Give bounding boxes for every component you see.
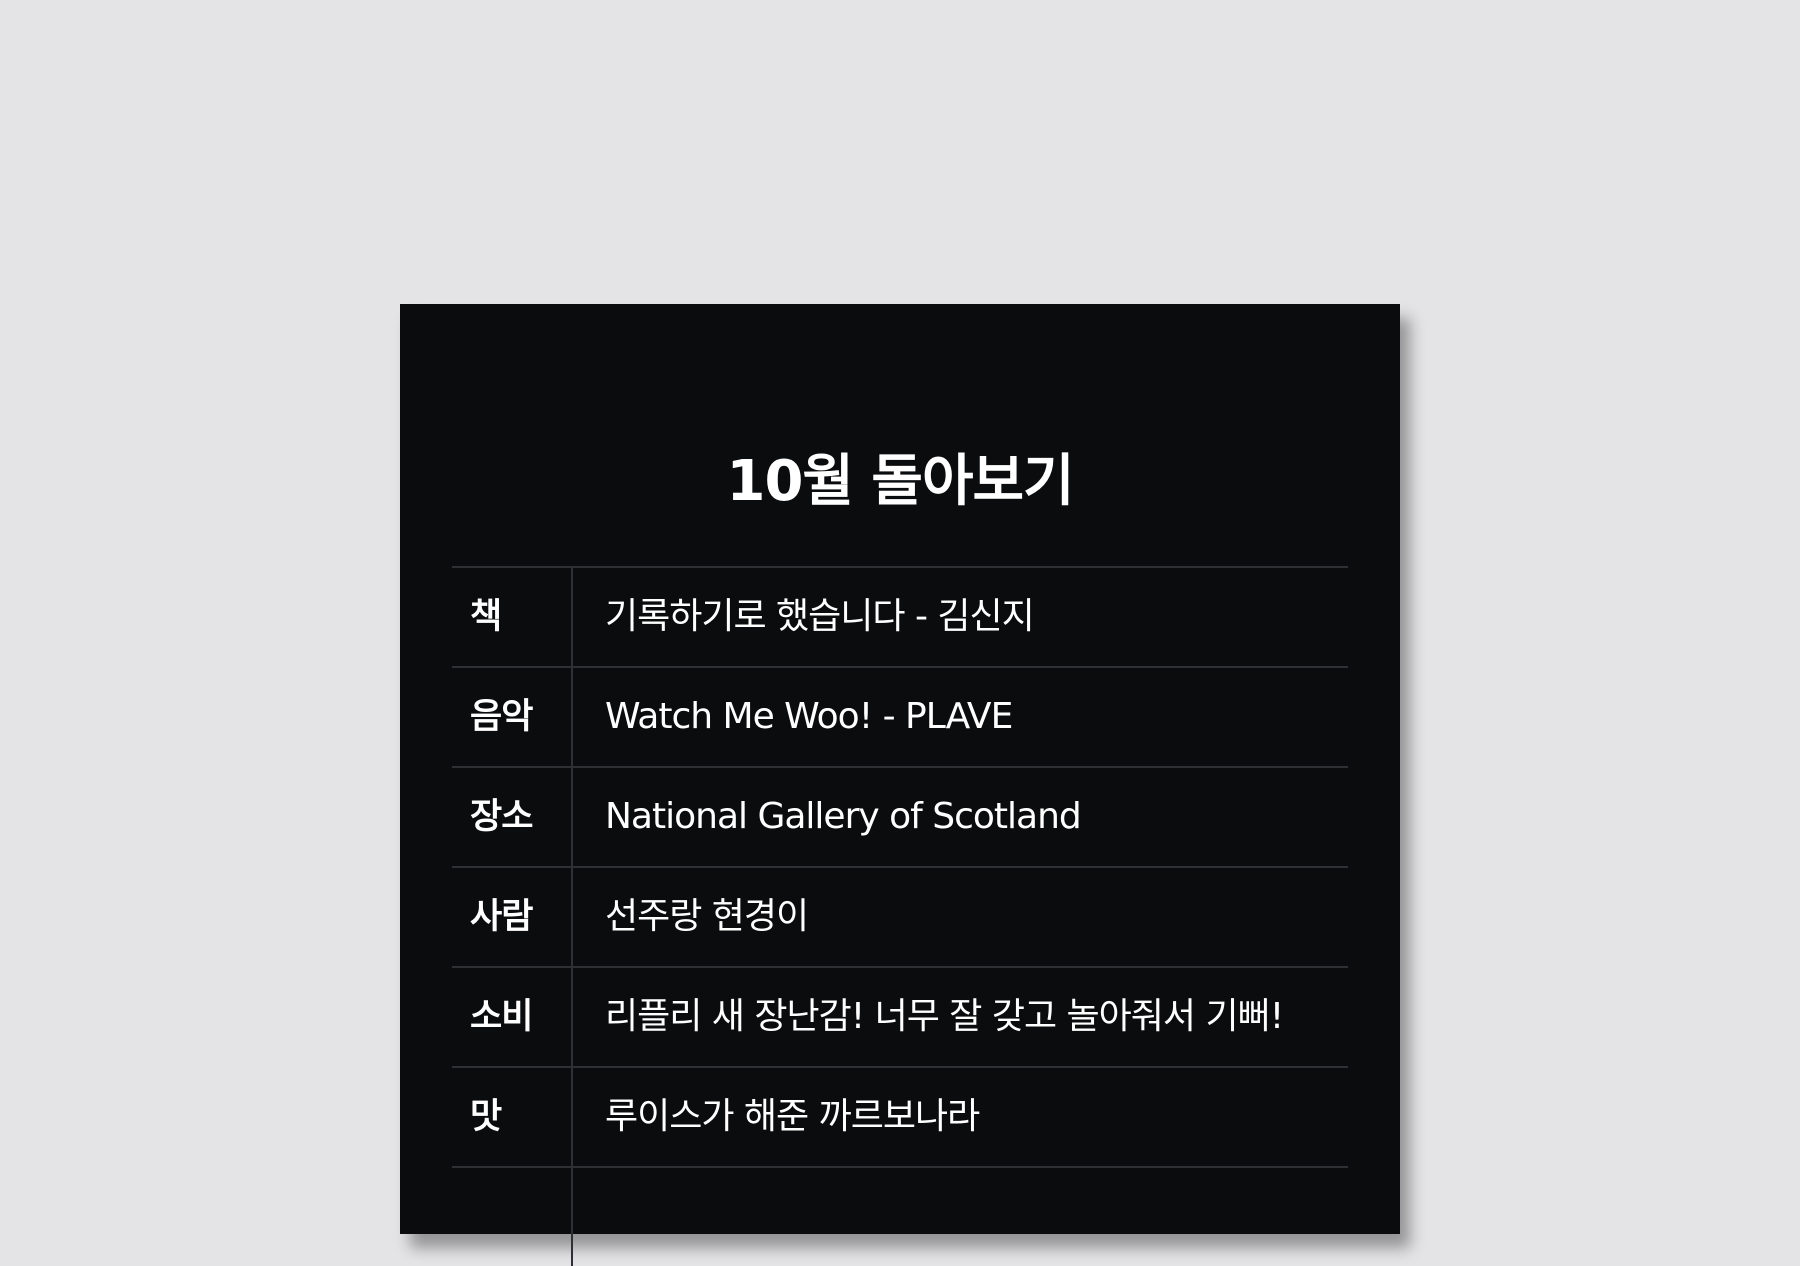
table-row: 음악 Watch Me Woo! - PLAVE: [452, 666, 1348, 766]
row-category: 장소: [470, 797, 533, 837]
row-category: 책: [470, 597, 502, 637]
row-value: 기록하기로 했습니다 - 김신지: [605, 596, 1035, 637]
column-divider: [571, 868, 573, 966]
row-category: 소비: [470, 997, 533, 1037]
column-divider: [571, 768, 573, 866]
row-category: 음악: [470, 697, 533, 737]
row-value: National Gallery of Scotland: [605, 796, 1082, 837]
row-value: 리플리 새 장난감! 너무 잘 갖고 놀아줘서 기뻐!: [605, 996, 1284, 1037]
column-divider: [571, 568, 573, 666]
table-row: 책 기록하기로 했습니다 - 김신지: [452, 566, 1348, 666]
card-title: 10월 돌아보기: [726, 449, 1074, 514]
table-row: 소비 리플리 새 장난감! 너무 잘 갖고 놀아줘서 기뻐!: [452, 966, 1348, 1066]
review-table: 책 기록하기로 했습니다 - 김신지 음악 Watch Me Woo! - PL…: [452, 566, 1348, 1266]
column-divider: [571, 1068, 573, 1166]
column-divider: [571, 968, 573, 1066]
table-row: 장소 National Gallery of Scotland: [452, 766, 1348, 866]
table-row: 사람 선주랑 현경이: [452, 866, 1348, 966]
row-category: 맛: [470, 1097, 502, 1137]
table-row: 맛 루이스가 해준 까르보나라: [452, 1066, 1348, 1166]
monthly-review-card: 10월 돌아보기 책 기록하기로 했습니다 - 김신지 음악 Watch Me …: [400, 304, 1400, 1266]
column-divider: [571, 1168, 573, 1266]
row-value: 선주랑 현경이: [605, 896, 809, 937]
column-divider: [571, 668, 573, 766]
table-row-partial: [452, 1166, 1348, 1266]
row-value: 루이스가 해준 까르보나라: [605, 1096, 980, 1137]
row-category: 사람: [470, 897, 533, 937]
row-value: Watch Me Woo! - PLAVE: [605, 696, 1013, 737]
